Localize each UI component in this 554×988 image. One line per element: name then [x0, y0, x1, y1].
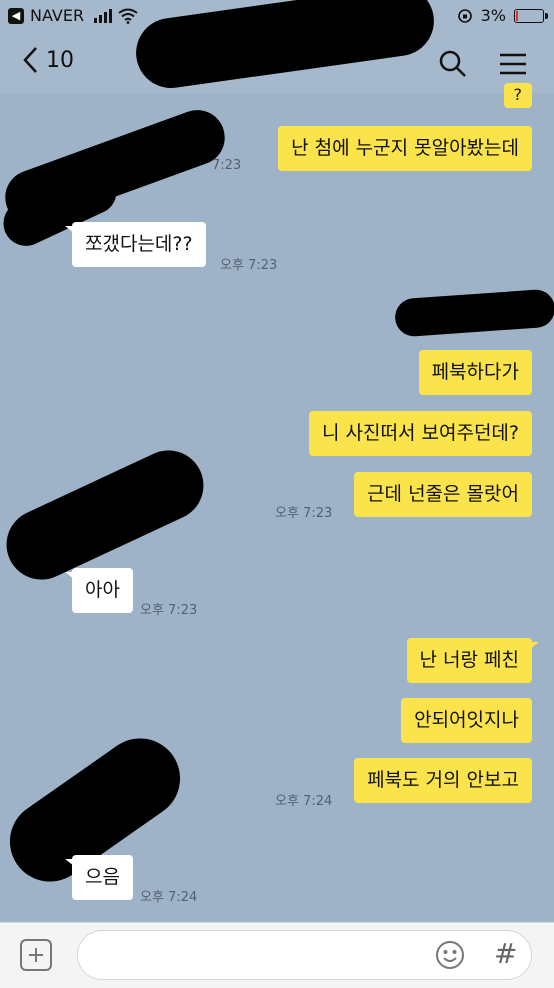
status-left: ◀ NAVER: [8, 6, 138, 25]
back-to-app-icon[interactable]: ◀: [8, 7, 24, 24]
hashtag-button[interactable]: #: [494, 937, 517, 970]
battery-icon: [514, 8, 548, 23]
wifi-icon: [118, 8, 138, 24]
message-bubble-mine[interactable]: ?: [503, 83, 532, 108]
orientation-lock-icon: [457, 8, 472, 23]
status-right: 3%: [457, 6, 548, 25]
chevron-left-icon: [23, 47, 37, 73]
search-icon[interactable]: [437, 48, 469, 80]
message-time: 오후 7:24: [275, 794, 333, 809]
emoji-icon[interactable]: [434, 939, 466, 971]
input-bar: #: [0, 922, 554, 988]
message-time: 7:23: [212, 158, 242, 173]
battery-fill: [516, 10, 518, 21]
message-bubble-theirs[interactable]: 쪼갰다는데??: [65, 222, 206, 267]
message-bubble-mine[interactable]: 니 사진떠서 보여주던데?: [309, 411, 532, 456]
message-bubble-mine[interactable]: 페북하다가: [418, 350, 532, 395]
message-bubble-mine[interactable]: 페북도 거의 안보고: [354, 758, 532, 803]
back-button[interactable]: 10: [20, 44, 74, 76]
message-bubble-mine[interactable]: 난 너랑 페친: [406, 638, 540, 683]
message-time: 오후 7:23: [140, 603, 198, 618]
message-bubble-theirs[interactable]: 아아: [65, 568, 133, 613]
message-time: 오후 7:24: [140, 890, 198, 905]
signal-icon: [94, 8, 113, 23]
message-bubble-mine[interactable]: 난 첨에 누군지 못알아봤는데: [278, 126, 532, 171]
attach-button[interactable]: [20, 939, 52, 971]
carrier-label: NAVER: [30, 6, 85, 25]
message-time: 오후 7:23: [220, 258, 278, 273]
unread-count: 10: [46, 47, 74, 73]
message-bubble-theirs[interactable]: 으음: [65, 855, 133, 900]
message-bubble-mine[interactable]: 근데 넌줄은 몰랏어: [354, 472, 532, 517]
redaction-mark: [393, 288, 554, 338]
message-time: 오후 7:23: [275, 506, 333, 521]
message-bubble-mine[interactable]: 안되어잇지나: [401, 698, 532, 743]
battery-percent: 3%: [480, 6, 506, 25]
menu-icon[interactable]: [497, 48, 529, 80]
plus-icon: [29, 948, 43, 962]
